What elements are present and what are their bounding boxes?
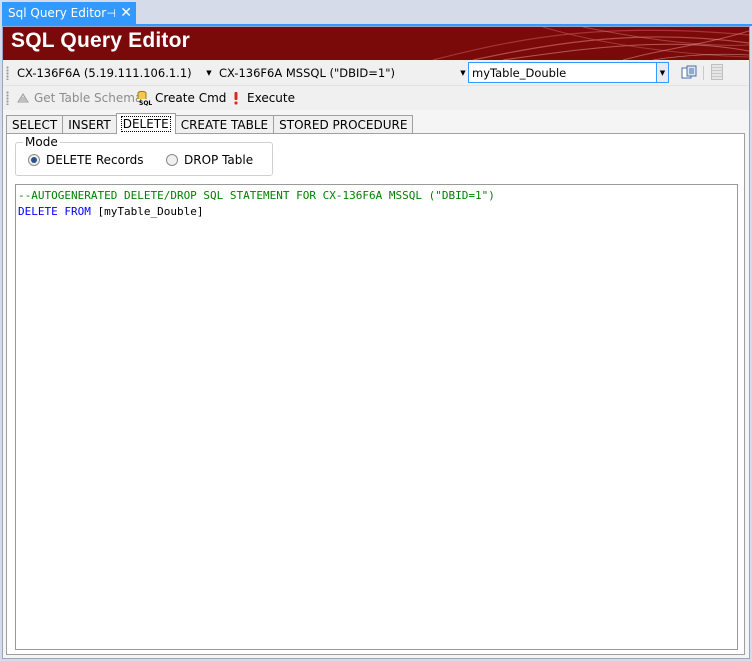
- tab-label: CREATE TABLE: [180, 118, 269, 132]
- table-combo[interactable]: myTable_Double ▼: [468, 62, 669, 83]
- tab-label: STORED PROCEDURE: [279, 118, 408, 132]
- get-table-schema-button[interactable]: Get Table Schema: [15, 89, 142, 107]
- copy-icon[interactable]: [680, 64, 698, 82]
- sql-comment-line: --AUTOGENERATED DELETE/DROP SQL STATEMEN…: [18, 189, 495, 202]
- sql-target: [myTable_Double]: [90, 205, 204, 218]
- exclamation-icon: [228, 90, 244, 106]
- server-combo[interactable]: CX-136F6A (5.19.111.106.1.1) ▼: [17, 64, 215, 82]
- tab-stored-procedure[interactable]: STORED PROCEDURE: [273, 115, 414, 134]
- database-combo-value: CX-136F6A MSSQL ("DBID=1"): [219, 66, 396, 80]
- sql-keyword: DELETE FROM: [18, 205, 91, 218]
- radio-unselected-icon[interactable]: [166, 154, 178, 166]
- statement-tabs: SELECT INSERT DELETE CREATE TABLE STORED…: [6, 113, 414, 134]
- chevron-down-icon[interactable]: ▼: [656, 63, 668, 82]
- close-icon[interactable]: ✕: [120, 6, 132, 20]
- header-banner: SQL Query Editor: [3, 27, 749, 60]
- tab-label: INSERT: [68, 118, 111, 132]
- drop-table-radio[interactable]: DROP Table: [166, 153, 253, 167]
- toolbar-separator: [703, 66, 704, 80]
- mode-legend: Mode: [23, 135, 60, 149]
- drop-table-label: DROP Table: [184, 153, 254, 167]
- delete-records-radio[interactable]: DELETE Records: [28, 153, 144, 167]
- connection-toolbar: CX-136F6A (5.19.111.106.1.1) ▼ CX-136F6A…: [3, 60, 749, 86]
- sql-icon: SQL: [136, 90, 152, 106]
- create-cmd-label: Create Cmd: [155, 91, 227, 105]
- tab-label: SELECT: [12, 118, 58, 132]
- toolbar-grip[interactable]: [6, 66, 9, 80]
- pin-icon[interactable]: ⊣: [106, 7, 116, 20]
- table-combo-value: myTable_Double: [472, 65, 567, 80]
- sql-statement-line: DELETE FROM [myTable_Double]: [18, 204, 737, 220]
- create-cmd-button[interactable]: SQL Create Cmd: [136, 89, 226, 107]
- tab-insert[interactable]: INSERT: [62, 115, 117, 134]
- schema-icon: [15, 90, 31, 106]
- get-table-schema-label: Get Table Schema: [34, 91, 143, 105]
- server-combo-value: CX-136F6A (5.19.111.106.1.1): [17, 66, 192, 80]
- svg-text:SQL: SQL: [139, 100, 152, 106]
- radio-selected-icon[interactable]: [28, 154, 40, 166]
- execute-label: Execute: [247, 91, 295, 105]
- tab-delete[interactable]: DELETE: [115, 113, 176, 134]
- sql-editor[interactable]: --AUTOGENERATED DELETE/DROP SQL STATEMEN…: [15, 184, 738, 650]
- document-tab-title: Sql Query Editor: [8, 6, 107, 20]
- document-tab[interactable]: Sql Query Editor ⊣ ✕: [2, 2, 136, 24]
- chevron-down-icon[interactable]: ▼: [203, 64, 215, 82]
- query-editor-panel: SQL Query Editor CX-136F6A (5.19.111.106…: [2, 26, 750, 659]
- delete-tab-content: Mode DELETE Records DROP Table --AUTOGEN…: [6, 133, 745, 655]
- tab-label: DELETE: [120, 116, 171, 132]
- toolbar-grip[interactable]: [6, 91, 9, 105]
- execute-button[interactable]: Execute: [228, 89, 295, 107]
- action-toolbar: Get Table Schema SQL Create Cmd Execute: [3, 86, 749, 110]
- delete-records-label: DELETE Records: [46, 153, 144, 167]
- tab-create-table[interactable]: CREATE TABLE: [174, 115, 275, 134]
- tab-select[interactable]: SELECT: [6, 115, 64, 134]
- banner-title: SQL Query Editor: [11, 29, 191, 52]
- mode-groupbox: Mode DELETE Records DROP Table: [15, 135, 273, 176]
- grid-icon[interactable]: [711, 64, 723, 80]
- database-combo[interactable]: CX-136F6A MSSQL ("DBID=1") ▼: [219, 64, 469, 82]
